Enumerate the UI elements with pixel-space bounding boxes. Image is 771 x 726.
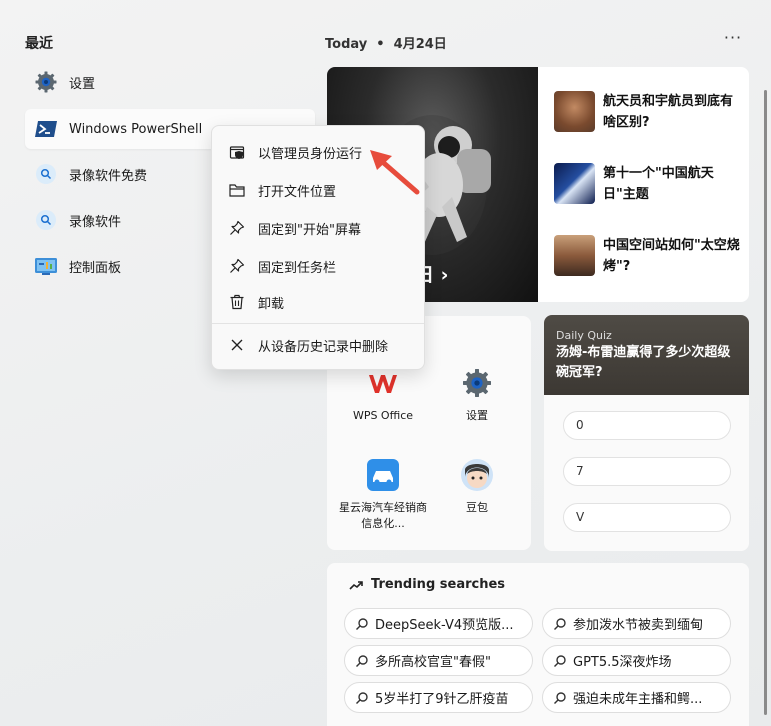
trending-arrow-icon xyxy=(349,580,363,590)
app-label: 豆包 xyxy=(466,501,488,514)
recent-item-label: Windows PowerShell xyxy=(69,121,203,137)
search-icon xyxy=(553,654,567,668)
feed-header: Today • 4月24日 xyxy=(325,33,447,52)
trending-title: Trending searches xyxy=(349,577,505,592)
quiz-option[interactable]: 7 xyxy=(563,457,731,486)
today-date: 4月24日 xyxy=(393,37,447,52)
news-item[interactable]: 航天员和宇航员到底有啥区别? xyxy=(554,91,745,133)
recent-item-label: 录像软件 xyxy=(69,214,122,230)
search-icon xyxy=(355,654,369,668)
daily-quiz-card: Daily Quiz 汤姆-布雷迪赢得了多少次超级碗冠军? 0 7 V xyxy=(544,315,749,551)
news-thumbnail xyxy=(554,91,595,132)
shield-icon xyxy=(228,143,246,161)
search-icon xyxy=(553,617,567,631)
header-dot: • xyxy=(371,37,390,52)
trash-icon xyxy=(228,293,246,311)
wps-icon xyxy=(366,366,400,400)
app-wps-office[interactable]: WPS Office xyxy=(338,366,428,424)
recent-item-label: 设置 xyxy=(69,76,96,92)
quiz-tag: Daily Quiz xyxy=(556,329,612,342)
news-item[interactable]: 中国空间站如何"太空烧烤"? xyxy=(554,235,745,277)
trending-chip-label: 强迫未成年主播和鳄... xyxy=(573,692,703,707)
search-icon xyxy=(355,617,369,631)
trending-chip[interactable]: 参加泼水节被卖到缅甸 xyxy=(542,608,731,639)
app-settings[interactable]: 设置 xyxy=(432,366,522,424)
menu-item-remove-history[interactable]: 从设备历史记录中删除 xyxy=(216,327,422,363)
menu-item-label: 以管理员身份运行 xyxy=(258,146,363,162)
quiz-option[interactable]: V xyxy=(563,503,731,532)
quiz-header-image: Daily Quiz 汤姆-布雷迪赢得了多少次超级碗冠军? xyxy=(544,315,749,395)
trending-chip[interactable]: 5岁半打了9针乙肝疫苗 xyxy=(344,682,533,713)
trending-chip[interactable]: DeepSeek-V4预览版... xyxy=(344,608,533,639)
gear-icon xyxy=(33,69,59,95)
menu-item-label: 卸载 xyxy=(258,296,285,312)
menu-item-label: 从设备历史记录中删除 xyxy=(258,339,389,355)
news-thumbnail xyxy=(554,163,595,204)
trending-chip-label: 多所高校官宣"春假" xyxy=(375,655,491,670)
red-arrow-annotation xyxy=(370,150,420,195)
news-item[interactable]: 第十一个"中国航天日"主题 xyxy=(554,163,745,205)
menu-item-pin-taskbar[interactable]: 固定到任务栏 xyxy=(216,248,422,284)
news-list-card: 航天员和宇航员到底有啥区别? 第十一个"中国航天日"主题 中国空间站如何"太空烧… xyxy=(538,67,749,302)
doubao-avatar-icon xyxy=(460,458,494,492)
folder-icon xyxy=(228,181,246,199)
recent-item-label: 录像软件免费 xyxy=(69,168,148,184)
today-label: Today xyxy=(325,37,368,52)
menu-divider xyxy=(212,323,424,324)
recent-item-settings[interactable]: 设置 xyxy=(25,62,315,102)
menu-item-pin-start[interactable]: 固定到"开始"屏幕 xyxy=(216,210,422,246)
scrollbar[interactable] xyxy=(764,90,767,715)
menu-item-uninstall[interactable]: 卸载 xyxy=(216,284,422,320)
menu-item-label: 固定到"开始"屏幕 xyxy=(258,222,361,238)
recent-item-label: 控制面板 xyxy=(69,260,122,276)
news-title: 航天员和宇航员到底有啥区别? xyxy=(603,94,734,130)
trending-chip[interactable]: 强迫未成年主播和鳄... xyxy=(542,682,731,713)
app-label: 设置 xyxy=(466,409,488,422)
quiz-question: 汤姆-布雷迪赢得了多少次超级碗冠军? xyxy=(556,345,731,380)
close-icon xyxy=(228,336,246,354)
menu-item-label: 打开文件位置 xyxy=(258,184,337,200)
news-title: 第十一个"中国航天日"主题 xyxy=(603,166,714,202)
trending-chip-label: 参加泼水节被卖到缅甸 xyxy=(573,618,704,633)
search-icon xyxy=(355,691,369,705)
news-title: 中国空间站如何"太空烧烤"? xyxy=(603,238,740,274)
pin-icon xyxy=(228,257,246,275)
trending-title-text: Trending searches xyxy=(371,577,506,592)
start-menu-panel: 最近 设置 Windows PowerShell 录像软件免费 录像软件 控制面… xyxy=(0,0,771,726)
recent-title: 最近 xyxy=(25,36,53,52)
app-doubao[interactable]: 豆包 xyxy=(432,458,522,516)
app-label: 星云海汽车经销商信息化... xyxy=(339,501,427,530)
trending-chip[interactable]: 多所高校官宣"春假" xyxy=(344,645,533,676)
powershell-icon xyxy=(33,116,59,142)
trending-chip-label: GPT5.5深夜炸场 xyxy=(573,655,672,670)
search-icon xyxy=(553,691,567,705)
menu-item-label: 固定到任务栏 xyxy=(258,260,337,276)
trending-chip-label: 5岁半打了9针乙肝疫苗 xyxy=(375,692,509,707)
car-app-icon xyxy=(366,458,400,492)
quiz-option[interactable]: 0 xyxy=(563,411,731,440)
search-icon xyxy=(33,207,59,233)
app-car-dealer[interactable]: 星云海汽车经销商信息化... xyxy=(338,458,428,532)
gear-icon xyxy=(460,366,494,400)
pin-icon xyxy=(228,219,246,237)
control-panel-icon xyxy=(33,253,59,279)
search-icon xyxy=(33,161,59,187)
trending-searches-card: Trending searches DeepSeek-V4预览版... 参加泼水… xyxy=(327,563,749,726)
more-options-button[interactable]: ··· xyxy=(720,30,746,50)
app-label: WPS Office xyxy=(352,409,414,422)
trending-chip[interactable]: GPT5.5深夜炸场 xyxy=(542,645,731,676)
news-thumbnail xyxy=(554,235,595,276)
trending-chip-label: DeepSeek-V4预览版... xyxy=(375,618,514,633)
